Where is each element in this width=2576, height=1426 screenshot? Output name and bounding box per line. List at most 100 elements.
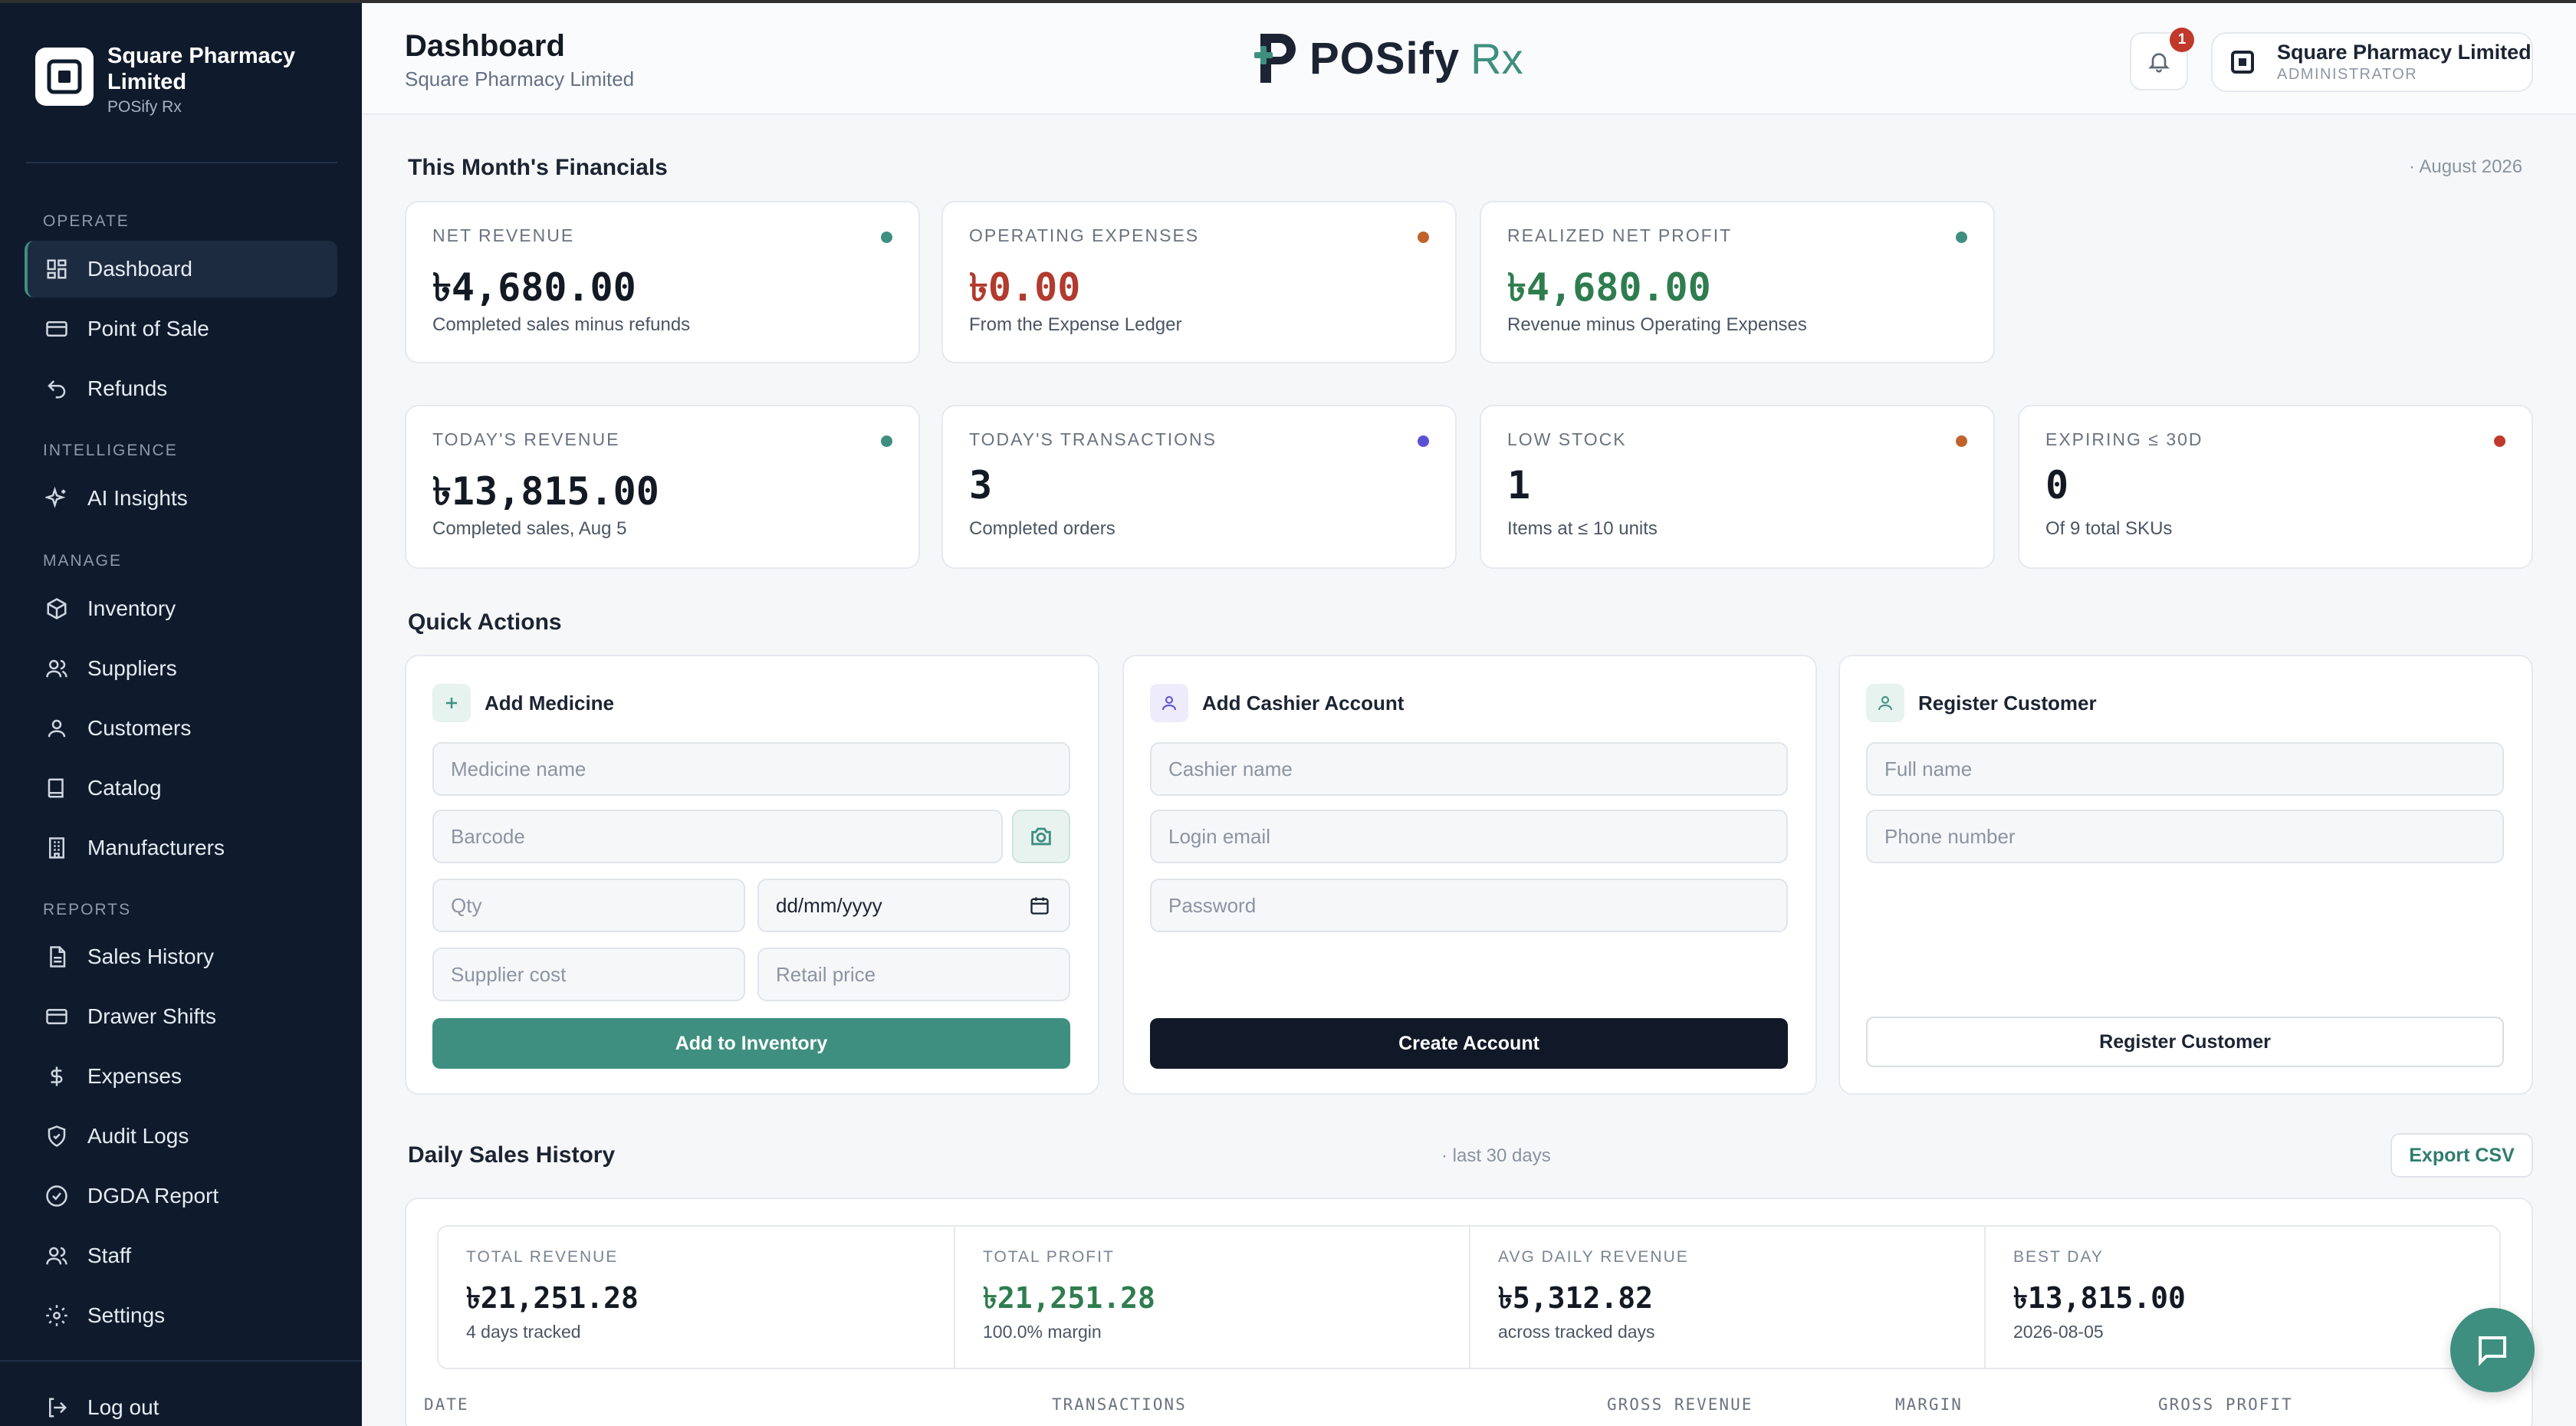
qty-input[interactable]: Qty <box>432 879 745 932</box>
sidebar-item-sales-history[interactable]: Sales History <box>25 928 337 985</box>
summary-avg-daily-revenue: AVG DAILY REVENUE ৳5,312.82 across track… <box>1469 1227 1984 1369</box>
stat-caption: Revenue minus Operating Expenses <box>1507 314 1807 335</box>
sidebar-item-drawer-shifts[interactable]: Drawer Shifts <box>25 988 337 1045</box>
sidebar-item-label: AI Insights <box>87 486 188 510</box>
add-cashier-title: Add Cashier Account <box>1202 691 1405 715</box>
summary-total-profit: TOTAL PROFIT ৳21,251.28 100.0% margin <box>954 1227 1469 1369</box>
sidebar-item-inventory[interactable]: Inventory <box>25 580 337 637</box>
stat-value: 0 <box>2045 463 2069 508</box>
notifications-button[interactable]: 1 <box>2130 28 2194 90</box>
sidebar-item-ai-insights[interactable]: AI Insights <box>25 470 337 527</box>
user-icon <box>1866 684 1904 722</box>
staff-icon <box>43 1242 71 1270</box>
column-header-gross-profit[interactable]: GROSS PROFIT <box>2158 1395 2293 1414</box>
summary-caption: 2026-08-05 <box>2013 1322 2104 1342</box>
column-header-margin[interactable]: MARGIN <box>1895 1395 1963 1414</box>
sidebar-item-catalog[interactable]: Catalog <box>25 760 337 816</box>
user-role: ADMINISTRATOR <box>2277 66 2418 83</box>
summary-caption: 100.0% margin <box>983 1322 1102 1342</box>
building-icon <box>43 834 71 862</box>
medicine-name-input[interactable]: Medicine name <box>432 742 1070 796</box>
stat-label: REALIZED NET PROFIT <box>1507 225 1733 245</box>
page-title: Dashboard <box>405 29 565 63</box>
card-icon <box>43 315 71 343</box>
sidebar-item-suppliers[interactable]: Suppliers <box>25 640 337 697</box>
plus-icon <box>432 684 471 722</box>
sidebar-item-customers[interactable]: Customers <box>25 700 337 757</box>
brand-name: Square Pharmacy Limited <box>107 44 296 94</box>
summary-value: ৳5,312.82 <box>1498 1281 1653 1315</box>
summary-label: TOTAL REVENUE <box>466 1248 619 1266</box>
register-customer-button[interactable]: Register Customer <box>1866 1017 2504 1067</box>
sidebar-item-label: Audit Logs <box>87 1124 189 1148</box>
chat-button[interactable] <box>2450 1308 2535 1392</box>
user-store-icon <box>2229 49 2256 75</box>
summary-label: AVG DAILY REVENUE <box>1498 1248 1689 1266</box>
stat-caption: Of 9 total SKUs <box>2045 518 2173 539</box>
status-dot <box>881 232 892 243</box>
summary-total-revenue: TOTAL REVENUE ৳21,251.28 4 days tracked <box>439 1227 954 1369</box>
user-icon <box>1150 684 1188 722</box>
create-account-button[interactable]: Create Account <box>1150 1018 1788 1069</box>
stat-value: ৳13,815.00 <box>432 469 659 514</box>
sparkles-icon <box>43 485 71 512</box>
summary-caption: 4 days tracked <box>466 1322 581 1342</box>
sidebar-item-dashboard[interactable]: Dashboard <box>25 241 337 297</box>
financials-period: · August 2026 <box>2409 156 2523 177</box>
full-name-input[interactable]: Full name <box>1866 742 2504 796</box>
nav-section-manage: MANAGE <box>43 552 123 570</box>
sidebar-item-manufacturers[interactable]: Manufacturers <box>25 820 337 876</box>
password-input[interactable]: Password <box>1150 879 1788 932</box>
logout-icon <box>43 1394 71 1421</box>
login-email-input[interactable]: Login email <box>1150 810 1788 863</box>
column-header-gross-revenue[interactable]: GROSS REVENUE <box>1607 1395 1753 1414</box>
stat-label: EXPIRING ≤ 30D <box>2045 429 2203 449</box>
sidebar-footer-divider <box>0 1360 362 1362</box>
stat-caption: From the Expense Ledger <box>969 314 1182 335</box>
retail-price-input[interactable]: Retail price <box>757 948 1070 1001</box>
sidebar-item-label: Customers <box>87 716 192 740</box>
sidebar-item-label: Settings <box>87 1303 166 1327</box>
status-dot <box>881 435 892 447</box>
column-header-date[interactable]: DATE <box>424 1395 469 1414</box>
cashier-name-input[interactable]: Cashier name <box>1150 742 1788 796</box>
barcode-input[interactable]: Barcode <box>432 810 1003 863</box>
sales-summary: TOTAL REVENUE ৳21,251.28 4 days tracked … <box>437 1225 2501 1369</box>
sidebar-item-staff[interactable]: Staff <box>25 1227 337 1284</box>
supplier-cost-input[interactable]: Supplier cost <box>432 948 745 1001</box>
user-menu[interactable]: Square Pharmacy Limited ADMINISTRATOR <box>2211 32 2533 92</box>
dollar-icon <box>43 1063 71 1090</box>
sidebar-item-audit-logs[interactable]: Audit Logs <box>25 1108 337 1165</box>
quick-actions-title: Quick Actions <box>408 610 562 635</box>
sidebar-item-point-of-sale[interactable]: Point of Sale <box>25 301 337 357</box>
stat-label: TODAY'S REVENUE <box>432 429 620 449</box>
sidebar-item-settings[interactable]: Settings <box>25 1287 337 1344</box>
stat-label: OPERATING EXPENSES <box>969 225 1200 245</box>
calendar-icon[interactable] <box>1029 895 1050 916</box>
summary-best-day: BEST DAY ৳13,815.00 2026-08-05 <box>1984 1227 2499 1369</box>
export-csv-button[interactable]: Export CSV <box>2390 1133 2533 1178</box>
stat-card-net-revenue: NET REVENUE ৳4,680.00 Completed sales mi… <box>405 201 920 363</box>
column-header-transactions[interactable]: TRANSACTIONS <box>1052 1395 1187 1414</box>
file-icon <box>43 943 71 971</box>
dashboard-icon <box>43 255 71 283</box>
status-dot <box>1956 232 1967 243</box>
summary-value: ৳21,251.28 <box>466 1281 639 1315</box>
expiry-date-input[interactable]: dd/mm/yyyy <box>757 879 1070 932</box>
sidebar-item-label: Dashboard <box>87 257 192 281</box>
sidebar-item-label: Sales History <box>87 945 214 968</box>
phone-number-input[interactable]: Phone number <box>1866 810 2504 863</box>
status-dot <box>1418 232 1429 243</box>
register-customer-title: Register Customer <box>1918 691 2097 715</box>
financials-title: This Month's Financials <box>408 155 668 180</box>
app-root: Square Pharmacy Limited POSify Rx OPERAT… <box>0 0 2576 1426</box>
sidebar-item-dgda-report[interactable]: DGDA Report <box>25 1168 337 1224</box>
stat-value: ৳4,680.00 <box>432 265 636 310</box>
sidebar-item-logout[interactable]: Log out <box>25 1379 337 1426</box>
app-logo: POSify Rx <box>1253 29 1523 87</box>
sidebar-item-label: Catalog <box>87 776 162 800</box>
sidebar-item-refunds[interactable]: Refunds <box>25 360 337 417</box>
add-to-inventory-button[interactable]: Add to Inventory <box>432 1018 1070 1069</box>
sidebar-item-expenses[interactable]: Expenses <box>25 1048 337 1105</box>
scan-barcode-button[interactable] <box>1012 810 1070 863</box>
